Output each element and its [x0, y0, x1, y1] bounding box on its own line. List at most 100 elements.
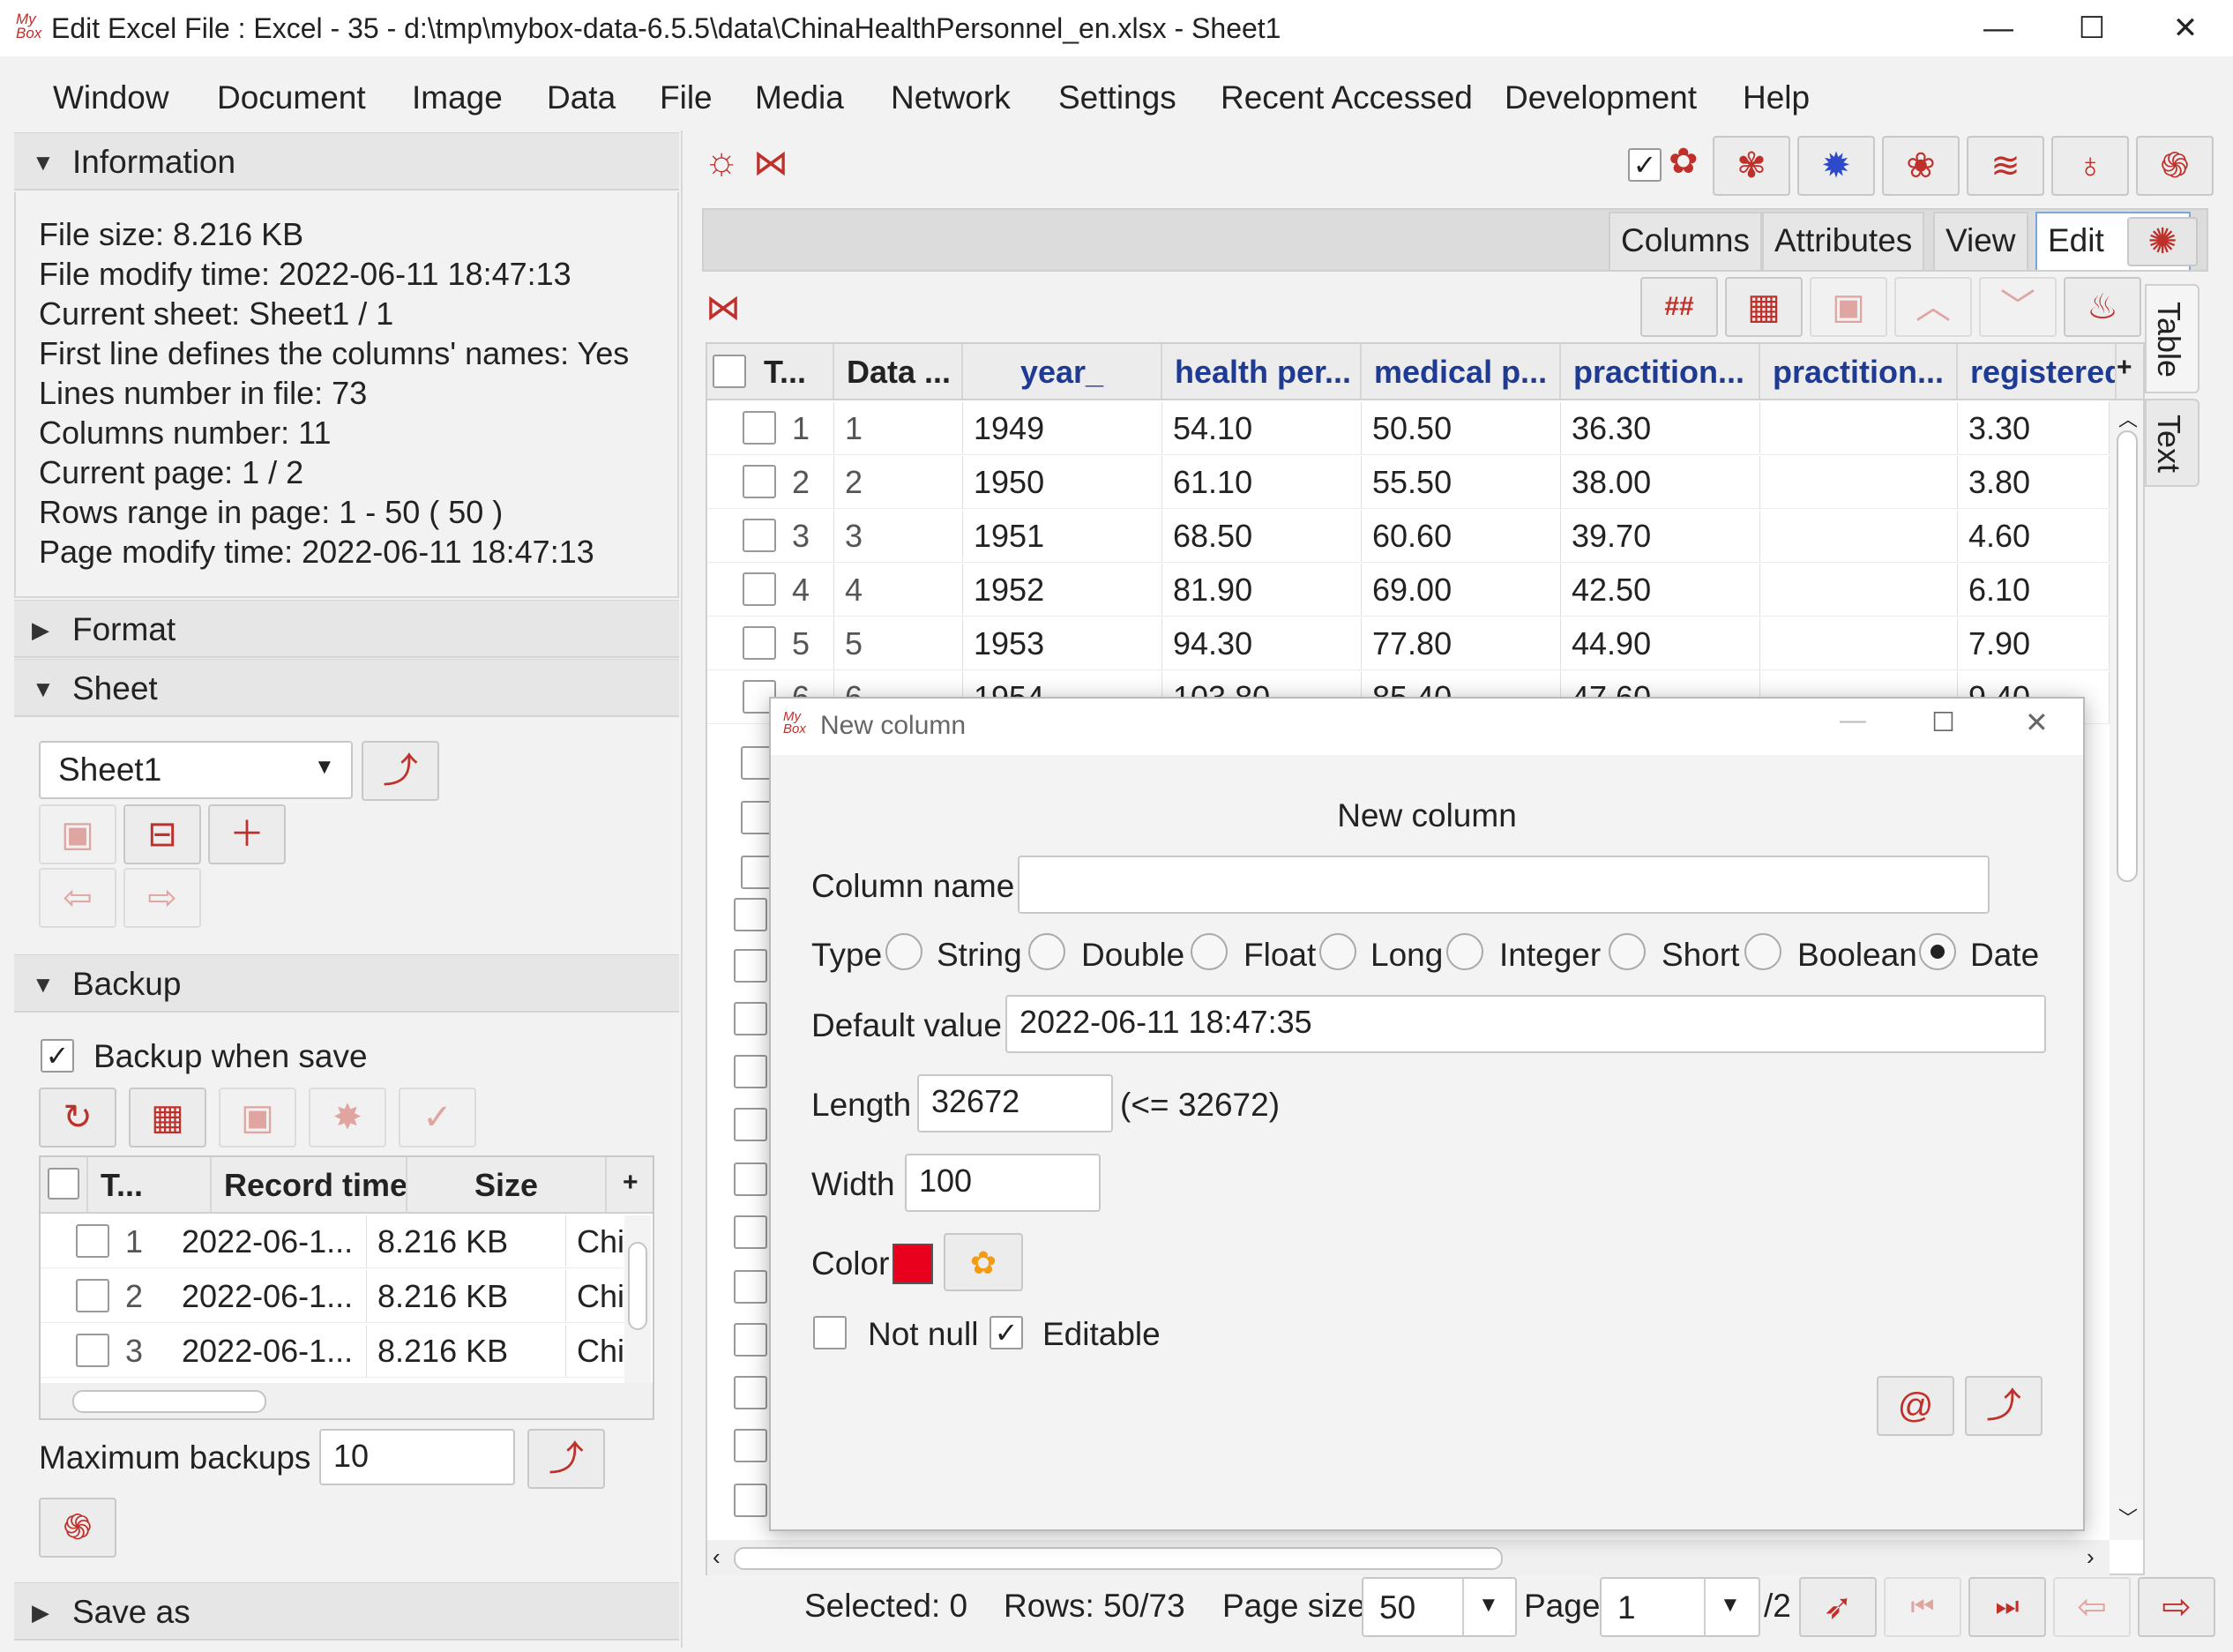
toolbar-button-6[interactable]: ֍: [2136, 136, 2214, 196]
width-input[interactable]: 100: [905, 1154, 1101, 1212]
tab-edit[interactable]: Edit ✺: [2035, 212, 2198, 270]
type-float-label[interactable]: Float: [1243, 937, 1316, 974]
type-boolean-radio[interactable]: [1744, 933, 1781, 970]
scroll-down-icon[interactable]: ﹀: [2118, 1503, 2138, 1531]
table-cell[interactable]: 5: [834, 617, 963, 669]
select-all-checkbox[interactable]: [48, 1168, 79, 1200]
fish-icon[interactable]: ⋈: [706, 288, 741, 328]
tab-view[interactable]: View: [1933, 212, 2028, 270]
table-cell[interactable]: 3.80: [1958, 456, 2110, 508]
column-header-data-row[interactable]: Data ...: [834, 344, 963, 399]
dialog-cancel-button[interactable]: ⤴: [1965, 1376, 2043, 1436]
scroll-thumb[interactable]: [628, 1242, 647, 1330]
page-size-select[interactable]: 50 ▼: [1362, 1577, 1517, 1637]
row-checkbox[interactable]: [734, 1376, 767, 1409]
dialog-close-button[interactable]: ✕: [2025, 706, 2049, 739]
column-header-medical-personnel[interactable]: medical p...: [1362, 344, 1561, 399]
backup-use-button[interactable]: ✓: [399, 1088, 476, 1147]
table-cell[interactable]: 2: [834, 456, 963, 508]
toolbar-button-3[interactable]: ❀: [1882, 136, 1960, 196]
menu-file[interactable]: File: [660, 79, 713, 116]
sheet-go-button[interactable]: ⤴: [362, 741, 439, 801]
type-boolean-label[interactable]: Boolean: [1797, 937, 1917, 974]
menu-settings[interactable]: Settings: [1058, 79, 1176, 116]
scroll-right-icon[interactable]: ›: [2087, 1544, 2095, 1571]
menu-recent-accessed[interactable]: Recent Accessed: [1221, 79, 1473, 116]
table-cell[interactable]: 77.80: [1362, 617, 1561, 669]
scroll-thumb[interactable]: [72, 1390, 266, 1413]
menu-window[interactable]: Window: [53, 79, 169, 116]
row-checkbox[interactable]: [743, 626, 776, 660]
table-row[interactable]: 5 5 1953 94.30 77.80 44.90 7.90: [707, 617, 2110, 670]
row-checkbox[interactable]: [734, 949, 767, 983]
table-row[interactable]: 2 2022-06-1... 8.216 KB Chi: [41, 1270, 626, 1323]
column-header-size[interactable]: Size: [407, 1157, 607, 1212]
table-cell[interactable]: 1951: [963, 510, 1162, 562]
tab-edit-menu-button[interactable]: ✺: [2127, 217, 2198, 266]
page-select[interactable]: 1 ▼: [1600, 1577, 1760, 1637]
first-page-button[interactable]: ⏮: [1884, 1577, 1961, 1637]
type-float-radio[interactable]: [1191, 933, 1228, 970]
row-checkbox[interactable]: [734, 1323, 767, 1357]
table-cell[interactable]: [1760, 510, 1958, 562]
table-cell[interactable]: 54.10: [1162, 402, 1362, 454]
information-header[interactable]: ▼ Information: [14, 132, 679, 191]
sheet-next-button[interactable]: ⇨: [123, 868, 201, 928]
not-null-label[interactable]: Not null: [868, 1316, 978, 1353]
table-row[interactable]: 1 2022-06-1... 8.216 KB Chi: [41, 1215, 626, 1268]
type-date-label[interactable]: Date: [1970, 937, 2039, 974]
column-header-record-time[interactable]: Record time: [212, 1157, 407, 1212]
type-double-label[interactable]: Double: [1081, 937, 1184, 974]
row-checkbox[interactable]: [734, 1002, 767, 1035]
table-cell[interactable]: 68.50: [1162, 510, 1362, 562]
table-cell[interactable]: 3: [834, 510, 963, 562]
sheet-select[interactable]: Sheet1 ▼: [39, 741, 353, 799]
backup-view-button[interactable]: ▣: [219, 1088, 296, 1147]
backup-delete-button[interactable]: ✸: [309, 1088, 386, 1147]
scroll-thumb[interactable]: [2117, 430, 2138, 882]
menu-data[interactable]: Data: [547, 79, 616, 116]
default-value-input[interactable]: 2022-06-11 18:47:35: [1005, 995, 2046, 1053]
type-double-radio[interactable]: [1028, 933, 1065, 970]
table-cell[interactable]: 42.50: [1561, 564, 1760, 616]
sheet-previous-button[interactable]: ⇦: [39, 868, 116, 928]
editable-label[interactable]: Editable: [1042, 1316, 1161, 1353]
table-cell[interactable]: 55.50: [1362, 456, 1561, 508]
color-swatch[interactable]: [892, 1244, 933, 1284]
not-null-checkbox[interactable]: [813, 1316, 847, 1349]
table-row[interactable]: 1 1 1949 54.10 50.50 36.30 3.30: [707, 402, 2110, 455]
column-header-registered[interactable]: registered: [1958, 344, 2117, 399]
previous-page-button[interactable]: ⇦: [2053, 1577, 2131, 1637]
row-checkbox[interactable]: [734, 898, 767, 931]
row-checkbox[interactable]: [734, 1429, 767, 1462]
type-date-radio[interactable]: [1919, 933, 1956, 970]
max-backups-go-button[interactable]: ⤴: [527, 1429, 605, 1489]
table-copy-button[interactable]: ▣: [1810, 277, 1887, 337]
table-vertical-scrollbar[interactable]: ︿ ﹀: [2110, 400, 2143, 1540]
row-checkbox[interactable]: [734, 1108, 767, 1141]
table-cell[interactable]: 50.50: [1362, 402, 1561, 454]
column-header-health-personnel[interactable]: health per...: [1162, 344, 1362, 399]
table-row[interactable]: 4 4 1952 81.90 69.00 42.50 6.10: [707, 564, 2110, 617]
backup-header[interactable]: ▼ Backup: [14, 954, 679, 1013]
table-cell[interactable]: 1: [834, 402, 963, 454]
column-header-index[interactable]: T...: [707, 344, 834, 399]
backup-when-save-checkbox[interactable]: ✓: [41, 1039, 74, 1073]
table-cell[interactable]: 6.10: [1958, 564, 2110, 616]
row-checkbox[interactable]: [743, 465, 776, 498]
tab-attributes[interactable]: Attributes: [1762, 212, 1925, 270]
sheet-header[interactable]: ▼ Sheet: [14, 659, 679, 717]
table-row[interactable]: 2 2 1950 61.10 55.50 38.00 3.80: [707, 456, 2110, 509]
menu-development[interactable]: Development: [1505, 79, 1697, 116]
go-page-button[interactable]: ➶: [1799, 1577, 1877, 1637]
max-backups-input[interactable]: 10: [319, 1429, 515, 1485]
menu-help[interactable]: Help: [1743, 79, 1810, 116]
menu-media[interactable]: Media: [755, 79, 844, 116]
sheet-copy-button[interactable]: ▣: [39, 804, 116, 864]
scroll-left-icon[interactable]: ‹: [713, 1544, 721, 1571]
table-cell[interactable]: 61.10: [1162, 456, 1362, 508]
move-up-button[interactable]: ︿: [1894, 277, 1972, 337]
type-short-label[interactable]: Short: [1662, 937, 1739, 974]
table-cell[interactable]: 36.30: [1561, 402, 1760, 454]
toolbar-settings-button[interactable]: ✹: [1797, 136, 1875, 196]
